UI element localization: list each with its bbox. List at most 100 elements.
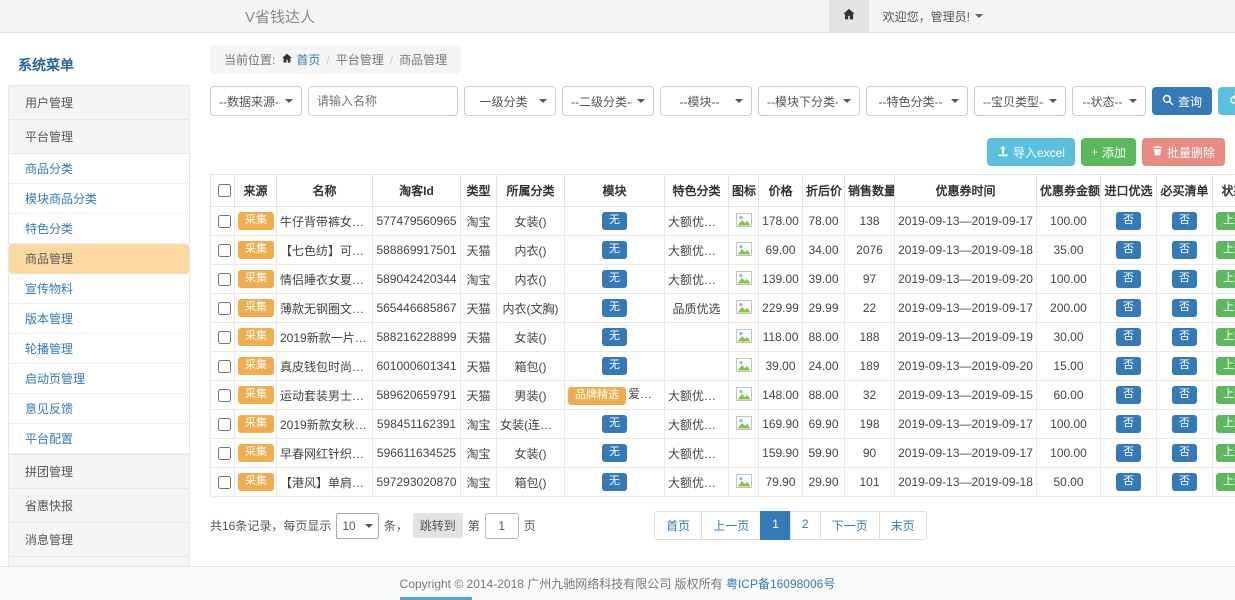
sidebar-item-宣传物料[interactable]: 宣传物料 [8, 274, 190, 304]
add-button[interactable]: + 添加 [1081, 138, 1136, 166]
coupon-time-cell: 2019-09-13—2019-09-20 [895, 265, 1037, 294]
select-label: 一级分类 [473, 93, 534, 110]
module-badge: 无 [602, 415, 627, 432]
icp-link[interactable]: 粤ICP备16098006号 [726, 575, 835, 592]
row-checkbox[interactable] [218, 418, 231, 431]
filter-select-0[interactable]: --数据来源-- [210, 86, 302, 116]
sidebar-item-省惠快报[interactable]: 省惠快报 [8, 489, 190, 523]
sidebar-menu: 用户管理平台管理商品分类模块商品分类特色分类商品管理宣传物料版本管理轮播管理启动… [8, 85, 190, 566]
name-cell: 薄款无钢圈文胸聚拢性... [277, 294, 373, 323]
row-checkbox[interactable] [218, 360, 231, 373]
pager-末页[interactable]: 末页 [879, 511, 927, 540]
type-cell: 天猫 [461, 236, 497, 265]
module-cell: 无 [565, 468, 665, 497]
reset-button[interactable]: 重置 [1218, 87, 1235, 115]
pager-2[interactable]: 2 [790, 511, 821, 540]
imported-cell: 否 [1101, 323, 1157, 352]
status-cell: 上架 [1213, 381, 1235, 410]
batch-delete-button[interactable]: 批量删除 [1142, 138, 1225, 166]
per-page-select[interactable]: 10 [336, 513, 378, 539]
pagination-summary: 共16条记录，每页显示 10 条， 跳转到 第 页 [210, 513, 536, 539]
taoke-id-cell: 596611634525 [373, 439, 461, 468]
row-checkbox[interactable] [218, 215, 231, 228]
module-text: 爱上运动 [628, 387, 665, 401]
row-checkbox[interactable] [218, 273, 231, 286]
name-search-input[interactable] [308, 86, 458, 116]
imported-cell: 否 [1101, 265, 1157, 294]
source-badge: 采集 [238, 444, 274, 461]
caret-down-icon [539, 99, 547, 103]
type-cell: 淘宝 [461, 265, 497, 294]
home-button[interactable] [829, 0, 869, 33]
sidebar-item-特色分类[interactable]: 特色分类 [8, 214, 190, 244]
feature-cell [665, 352, 729, 381]
status-badge: 上架 [1216, 241, 1235, 258]
column-header-进口优选: 进口优选 [1101, 175, 1157, 207]
filter-select-3[interactable]: --二级分类-- [562, 86, 654, 116]
breadcrumb-home-link[interactable]: 首页 [281, 51, 320, 68]
select-all-checkbox[interactable] [218, 184, 231, 197]
status-cell: 上架 [1213, 236, 1235, 265]
sidebar-item-消息管理[interactable]: 消息管理 [8, 523, 190, 557]
select-label: --模块下分类-- [767, 93, 838, 110]
row-checkbox[interactable] [218, 476, 231, 489]
pager-1[interactable]: 1 [760, 511, 791, 540]
select-label: --状态-- [1081, 93, 1124, 110]
column-header-模块: 模块 [565, 175, 665, 207]
source-cell: 采集 [235, 352, 277, 381]
caret-down-icon [1129, 99, 1137, 103]
discount-price-cell: 39.00 [803, 265, 845, 294]
sidebar-item-意见反馈[interactable]: 意见反馈 [8, 394, 190, 424]
filter-select-7[interactable]: --宝贝类型-- [974, 86, 1066, 116]
sidebar-item-平台管理[interactable]: 平台管理 [8, 120, 190, 154]
price-cell: 178.00 [759, 207, 803, 236]
product-image-icon [736, 213, 752, 227]
sidebar-item-版本管理[interactable]: 版本管理 [8, 304, 190, 334]
status-cell: 上架 [1213, 207, 1235, 236]
filter-select-6[interactable]: --特色分类-- [866, 86, 968, 116]
filter-select-8[interactable]: --状态-- [1072, 86, 1146, 116]
coupon-amount-cell: 50.00 [1037, 468, 1101, 497]
row-checkbox[interactable] [218, 302, 231, 315]
discount-price-cell: 88.00 [803, 323, 845, 352]
caret-down-icon [843, 99, 851, 103]
row-checkbox[interactable] [218, 389, 231, 402]
sidebar-item-用户管理[interactable]: 用户管理 [8, 85, 190, 120]
import-excel-button[interactable]: 导入excel [987, 138, 1075, 166]
page-number-input[interactable] [485, 513, 519, 539]
taoke-id-cell: 601000601341 [373, 352, 461, 381]
filter-select-5[interactable]: --模块下分类-- [758, 86, 860, 116]
table-row: 采集薄款无钢圈文胸聚拢性...565446685867天猫内衣(文胸)无品质优选… [211, 294, 1235, 323]
jump-suffix: 页 [524, 517, 536, 534]
filter-select-4[interactable]: --模块-- [660, 86, 752, 116]
sidebar-item-轮播管理[interactable]: 轮播管理 [8, 334, 190, 364]
coupon-time-cell: 2019-09-13—2019-09-20 [895, 352, 1037, 381]
sales-cell: 138 [845, 207, 895, 236]
row-checkbox[interactable] [218, 331, 231, 344]
pager: 首页上一页12下一页末页 [654, 511, 926, 540]
sidebar-item-商品管理[interactable]: 商品管理 [8, 244, 190, 274]
imported-cell: 否 [1101, 352, 1157, 381]
sidebar-item-启动页管理[interactable]: 启动页管理 [8, 364, 190, 394]
category-cell: 女装(连衣裙) [497, 410, 565, 439]
row-checkbox[interactable] [218, 447, 231, 460]
icon-cell [729, 381, 759, 410]
module-cell: 无 [565, 265, 665, 294]
pager-上一页[interactable]: 上一页 [701, 511, 761, 540]
sidebar-item-商品分类[interactable]: 商品分类 [8, 154, 190, 184]
caret-down-icon [951, 99, 959, 103]
discount-price-cell: 29.99 [803, 294, 845, 323]
search-button[interactable]: 查询 [1152, 87, 1212, 115]
footer: Copyright © 2014-2018 广州九驰网络科技有限公司 版权所有 … [0, 566, 1235, 600]
sidebar-item-拼团管理[interactable]: 拼团管理 [8, 454, 190, 489]
sidebar-item-订单管理[interactable]: 订单管理 [8, 557, 190, 566]
pager-下一页[interactable]: 下一页 [820, 511, 880, 540]
filter-select-2[interactable]: 一级分类 [464, 86, 556, 116]
user-menu[interactable]: 欢迎您，管理员! [869, 8, 997, 25]
row-checkbox[interactable] [218, 244, 231, 257]
must-buy-cell: 否 [1157, 352, 1213, 381]
sidebar-item-平台配置[interactable]: 平台配置 [8, 424, 190, 454]
jump-button[interactable]: 跳转到 [413, 513, 463, 538]
sidebar-item-模块商品分类[interactable]: 模块商品分类 [8, 184, 190, 214]
pager-首页[interactable]: 首页 [654, 511, 702, 540]
